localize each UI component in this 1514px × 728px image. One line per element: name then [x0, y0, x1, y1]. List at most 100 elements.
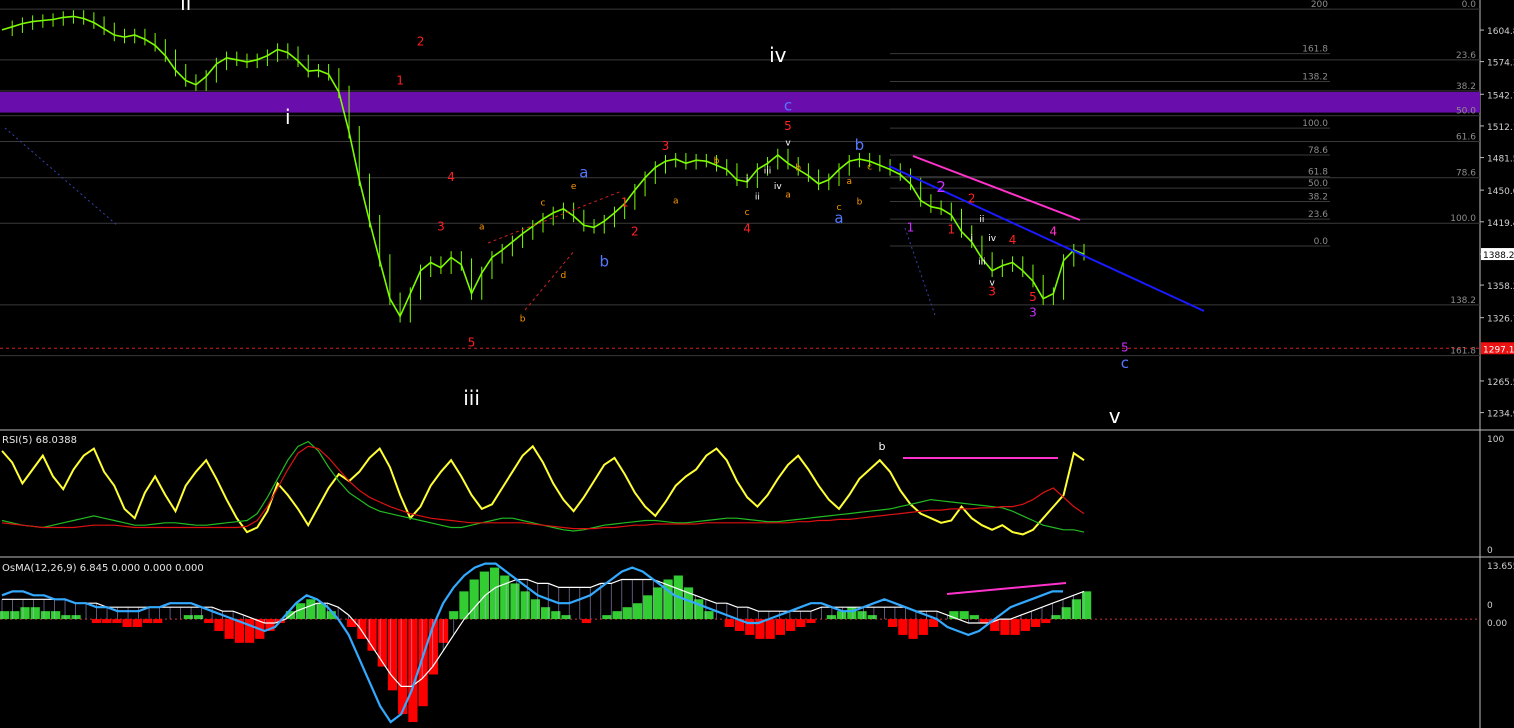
fib-label-right: 200: [1311, 0, 1328, 10]
fib-label-right: 161.8: [1302, 45, 1328, 55]
osma-histogram-bar: [1041, 619, 1051, 624]
osma-histogram-bar: [643, 595, 653, 620]
wave-label: a: [579, 164, 588, 182]
fib-label-left: 100.0: [1450, 214, 1476, 224]
osma-histogram-bar: [888, 619, 898, 627]
fib-label-left: 50.0: [1456, 107, 1476, 117]
wave-label: i: [746, 175, 749, 185]
wave-label: 2: [631, 225, 639, 239]
wave-label: 1: [621, 196, 629, 210]
wave-label: b: [855, 136, 865, 154]
price-tick-label: 1481.5: [1487, 155, 1514, 165]
osma-histogram-bar: [102, 619, 112, 624]
osma-histogram-bar: [765, 619, 775, 639]
wave-label: 5: [1029, 290, 1037, 304]
osma-histogram-bar: [908, 619, 918, 639]
osma-histogram-bar: [510, 583, 520, 620]
osma-histogram-bar: [398, 619, 408, 715]
fib-label-left: 61.6: [1456, 133, 1476, 143]
osma-histogram-bar: [489, 567, 500, 620]
price-tick-label: 1265.5: [1487, 378, 1514, 388]
price-tick-label: 1512.1: [1487, 123, 1514, 133]
osma-histogram-bar: [10, 611, 20, 620]
wave-label: c: [1121, 354, 1129, 372]
wave-label: 3: [1029, 305, 1037, 319]
wave-label: iii: [764, 167, 772, 177]
price-tick-label: 1574.3: [1487, 59, 1514, 69]
wave-label: ii: [180, 0, 191, 15]
wave-label: c: [867, 162, 872, 172]
osma-histogram-bar: [632, 603, 643, 620]
wave-label: b: [795, 163, 801, 173]
osma-histogram-bar: [969, 615, 979, 620]
osma-histogram-bar: [724, 619, 734, 627]
osma-histogram-bar: [51, 611, 61, 620]
chart-canvas: 0.023.638.250.061.678.6100.0138.2161.820…: [0, 0, 1514, 728]
wave-label: c: [745, 208, 750, 218]
osma-histogram-bar: [785, 619, 796, 631]
osma-histogram-bar: [1020, 619, 1030, 631]
osma-histogram-bar: [622, 607, 632, 620]
wave-label: 4: [447, 170, 455, 184]
osma-histogram-bar: [244, 619, 255, 643]
wave-label: i: [970, 234, 973, 244]
osma-histogram-bar: [602, 615, 612, 620]
fib-label-left: 38.2: [1456, 82, 1476, 92]
wave-label: 1: [907, 221, 915, 235]
wave-label: 4: [1009, 233, 1017, 247]
wave-label: 2: [968, 192, 976, 206]
wave-label: 5: [1121, 340, 1129, 354]
osma-histogram-bar: [408, 619, 418, 723]
fib-label-left: 138.2: [1450, 296, 1476, 306]
wave-label: 2: [417, 34, 425, 48]
osma-histogram-bar: [581, 619, 592, 624]
price-tick-label: 1450.0: [1487, 187, 1514, 197]
osma-histogram-bar: [224, 619, 234, 639]
wave-label: b: [714, 156, 720, 166]
current-price-label: 1388.2: [1483, 251, 1514, 261]
osma-histogram-bar: [500, 575, 510, 620]
osma-histogram-bar: [775, 619, 785, 635]
osma-histogram-bar: [867, 615, 877, 620]
wave-label: 5: [468, 335, 476, 349]
osma-histogram-bar: [806, 619, 816, 624]
osma-histogram-bar: [214, 619, 224, 631]
osma-histogram-bar: [612, 611, 622, 620]
osma-histogram-bar: [1010, 619, 1020, 635]
wave-label: i: [285, 105, 291, 129]
wave-label: iii: [978, 258, 986, 268]
wave-label: 3: [437, 219, 445, 233]
fib-label-right: 50.0: [1308, 179, 1328, 189]
osma-histogram-bar: [826, 615, 837, 620]
osma-histogram-bar: [40, 611, 51, 620]
wave-label: 3: [662, 139, 670, 153]
wave-label: b: [599, 253, 609, 271]
fib-label-right: 138.2: [1302, 73, 1328, 83]
price-tick-label: 1542.7: [1487, 91, 1514, 101]
wave-label: 1: [396, 74, 404, 88]
price-tick-label: 1419.4: [1487, 219, 1514, 229]
wave-label: v: [1109, 404, 1121, 428]
wave-label: iv: [774, 182, 783, 192]
fib-label-right: 61.8: [1308, 168, 1328, 178]
osma-histogram-bar: [0, 611, 10, 620]
rsi-tick-label: 0: [1487, 546, 1493, 556]
osma-histogram-bar: [847, 607, 857, 620]
rsi-wave-label: b: [879, 440, 886, 453]
wave-label: a: [846, 177, 852, 187]
price-tick-label: 1604.8: [1487, 27, 1514, 37]
fib-label-right: 38.2: [1308, 193, 1328, 203]
osma-histogram-bar: [837, 611, 847, 620]
wave-label: a: [479, 222, 485, 232]
fib-label-right: 100.0: [1302, 119, 1328, 129]
osma-tick-label: 0: [1487, 601, 1493, 611]
osma-histogram-bar: [153, 619, 163, 624]
price-tick-label: 1358.2: [1487, 282, 1514, 292]
osma-histogram-bar: [71, 615, 81, 620]
wave-label: c: [541, 199, 546, 209]
osma-histogram-bar: [306, 599, 316, 620]
wave-label: v: [989, 278, 995, 288]
fib-label-right: 78.6: [1308, 146, 1328, 156]
osma-histogram-bar: [183, 615, 193, 620]
osma-histogram-bar: [479, 571, 489, 620]
